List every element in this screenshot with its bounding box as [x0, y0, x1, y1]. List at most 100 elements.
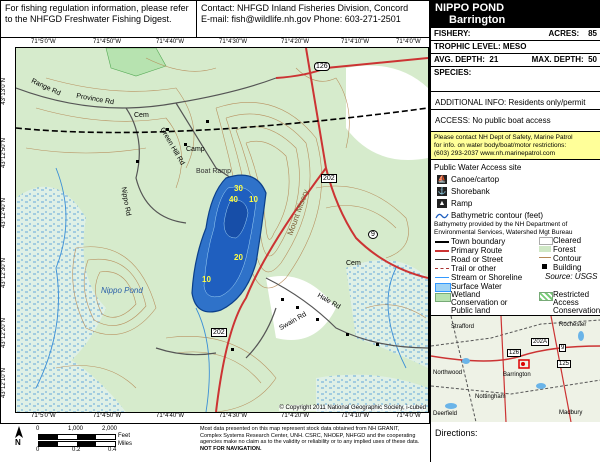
max-depth-value: 50 — [588, 55, 597, 64]
depth-label-10a: 10 — [249, 195, 258, 204]
forest-label: Forest — [553, 245, 576, 254]
town-boundary-label: Town boundary — [451, 237, 506, 246]
cleared-label: Cleared — [553, 236, 582, 245]
disclaimer-line-3: agencies make no claim as to the validit… — [200, 439, 420, 446]
species-row: SPECIES: — [431, 67, 600, 92]
coord-top-3: 71°4'40"W — [156, 39, 185, 45]
depth-label-40: 40 — [229, 195, 238, 204]
coord-top-1: 71°5'0"W — [31, 39, 56, 45]
coord-bottom-7: 71°4'0"W — [396, 413, 421, 419]
road-swatch — [435, 259, 449, 260]
disclaimer: Most data presented on this map represen… — [200, 426, 430, 452]
route-9-shield: 9 — [368, 230, 378, 239]
map-copyright: © Copyright 2011 National Geographic Soc… — [279, 405, 426, 411]
regulation-line-2: to the NHFGD Freshwater Fishing Digest. — [5, 14, 172, 24]
acres-label: ACRES: — [548, 29, 580, 38]
ramp-icon: ▲ — [437, 199, 447, 208]
avg-depth-value: 21 — [489, 55, 499, 64]
cem-label-2: Cem — [346, 260, 361, 267]
coord-top-4: 71°4'30"W — [219, 39, 248, 45]
surface-water-swatch — [435, 283, 451, 292]
coord-top-2: 71°4'50"W — [93, 39, 122, 45]
disclaimer-line-1: Most data presented on this map represen… — [200, 426, 400, 432]
road-label: Road or Street — [451, 255, 504, 264]
access-title: Public Water Access site — [434, 163, 522, 172]
contour-label: Contour — [553, 254, 582, 263]
shorebank-label: Shorebank — [451, 187, 490, 196]
building-swatch — [542, 264, 547, 269]
wetland-label-3: Public land — [451, 306, 491, 315]
trophic-label: TROPHIC LEVEL: — [434, 42, 501, 51]
safety-line-2: for info. on water body/boat/motor restr… — [434, 142, 567, 149]
disclaimer-line-4: NOT FOR NAVIGATION. — [200, 445, 262, 452]
coord-bottom-4: 71°4'30"W — [219, 413, 248, 419]
depth-label-20: 20 — [234, 253, 243, 262]
pond-title-block: NIPPO POND Barrington — [431, 0, 600, 28]
inset-route-126: 126 — [507, 349, 522, 357]
canoe-icon: ⛵ — [437, 175, 447, 184]
wetland-label-block: Wetland Conservation or Public land — [451, 291, 507, 315]
trophic-row: TROPHIC LEVEL: MESO — [431, 41, 600, 54]
bathy-credit: Bathymetry provided by the NH Department… — [434, 221, 573, 236]
directions-label: Directions: — [435, 428, 478, 438]
scale-miles-unit: Miles — [118, 441, 133, 447]
shorebank-icon: ⚓ — [437, 187, 447, 196]
route-126-shield: 126 — [314, 62, 330, 71]
coord-left-3: 43°12'40"N — [1, 198, 7, 229]
north-arrow-icon — [15, 426, 23, 438]
bathy-credit-2: Environmental Services, Watershed Mgt Bu… — [434, 228, 573, 236]
bathy-credit-1: Bathymetry provided by the NH Department… — [434, 221, 568, 228]
coord-top-7: 71°4'0"W — [396, 39, 421, 45]
coord-left-5: 43°12'20"N — [1, 318, 7, 349]
info-panel: NIPPO POND Barrington FISHERY: ACRES: 85… — [430, 0, 600, 462]
cem-label-1: Cem — [134, 112, 149, 119]
camp-label: Camp — [186, 146, 205, 153]
inset-route-202a: 202A — [531, 338, 550, 346]
scale-miles-02: 0.2 — [72, 447, 81, 453]
trail-swatch — [435, 268, 449, 269]
topo-map-graphic[interactable] — [16, 48, 428, 412]
inset-town-madbury: Madbury — [559, 410, 583, 416]
safety-line-1: Please contact NH Dept of Safety, Marine… — [434, 134, 573, 141]
depth-label-30: 30 — [234, 184, 243, 193]
coord-bottom-2: 71°4'50"W — [93, 413, 122, 419]
regulation-note: For fishing regulation information, plea… — [0, 0, 196, 38]
coord-bottom-5: 71°4'20"W — [281, 413, 310, 419]
safety-box: Please contact NH Dept of Safety, Marine… — [431, 132, 600, 160]
depth-label-10b: 10 — [202, 275, 211, 284]
inset-town-rochester: Rochester — [559, 322, 587, 328]
depth-row: AVG. DEPTH: 21 MAX. DEPTH: 50 — [431, 54, 600, 67]
primary-route-label: Primary Route — [451, 246, 503, 255]
coord-left-1: 43°13'0"N — [1, 78, 7, 105]
inset-town-strafford: Strafford — [451, 324, 474, 330]
contact-line-2: E-mail: fish@wildlife.nh.gov Phone: 603-… — [201, 14, 401, 24]
building-label: Building — [553, 263, 582, 272]
coord-bottom-1: 71°5'0"W — [31, 413, 56, 419]
town-boundary-swatch — [435, 241, 449, 243]
inset-route-125: 125 — [557, 360, 572, 368]
route-202-shield: 202 — [321, 174, 337, 183]
avg-depth-label: AVG. DEPTH: — [434, 55, 485, 64]
north-label: N — [15, 438, 21, 447]
coord-bottom-3: 71°4'40"W — [156, 413, 185, 419]
inset-map: 126 202A 9 125 Strafford Rochester Barri… — [431, 315, 600, 422]
scale-bar-feet — [38, 434, 116, 440]
cleared-swatch — [539, 237, 553, 245]
inset-town-northwood: Northwood — [433, 370, 463, 376]
fishery-label: FISHERY: — [434, 29, 471, 38]
source-label: Source: USGS — [545, 272, 598, 281]
disclaimer-line-2: Complex Systems Research Center, UNH. CS… — [200, 432, 416, 439]
coord-left-6: 43°12'10"N — [1, 368, 7, 399]
trophic-value: MESO — [502, 42, 527, 51]
max-depth-label: MAX. DEPTH: — [531, 55, 584, 64]
inset-town-barrington: Barrington — [503, 372, 531, 378]
main-map-frame: 71°5'0"W 71°4'50"W 71°4'40"W 71°4'30"W 7… — [0, 38, 430, 424]
map-canvas[interactable]: 30 40 10 20 10 Nippo Pond Mount Misery C… — [15, 47, 429, 413]
safety-line-3: (603) 293-2037 www.nh.marinepatrol.com — [434, 150, 556, 157]
fishery-row: FISHERY: ACRES: 85 — [431, 28, 600, 41]
restricted-label-3: Conservation — [553, 306, 600, 315]
coord-left-2: 43°12'50"N — [1, 138, 7, 169]
contact-note: Contact: NHFGD Inland Fisheries Division… — [196, 0, 430, 38]
forest-swatch — [539, 246, 551, 252]
additional-info: ADDITIONAL INFO: Residents only/permit — [431, 92, 600, 110]
